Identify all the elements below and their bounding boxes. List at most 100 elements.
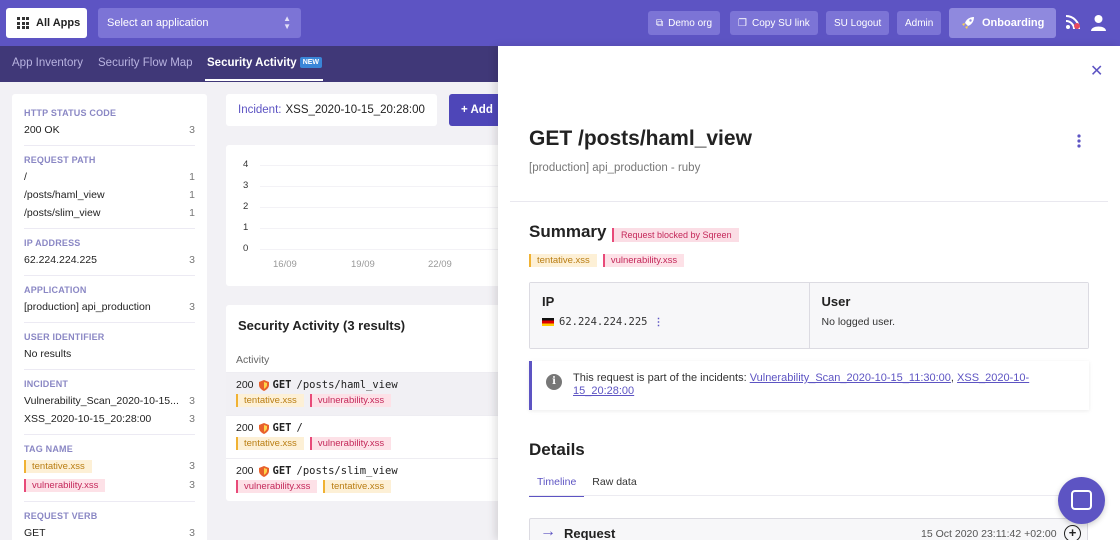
filter-label: /posts/haml_view <box>24 189 105 201</box>
filter-empty: No results <box>24 348 195 360</box>
tag-tentative-xss: tentative.xss <box>323 480 392 493</box>
incident-link[interactable]: Vulnerability_Scan_2020-10-15_11:30:00 <box>750 372 951 384</box>
filter-count: 3 <box>189 413 195 425</box>
sub-navigation: App Inventory Security Flow Map Security… <box>0 46 498 82</box>
filter-item[interactable]: 62.224.224.225 3 <box>24 254 195 266</box>
rss-icon[interactable] <box>1065 14 1081 30</box>
tab-app-inventory[interactable]: App Inventory <box>12 57 83 69</box>
grid-icon <box>17 17 29 29</box>
ip-cell: IP 62.224.224.225 ⋮ <box>530 283 809 348</box>
filter-item[interactable]: /posts/slim_view 1 <box>24 207 195 219</box>
blocked-badge: Request blocked by Sqreen <box>612 228 739 242</box>
y-tick-label: 1 <box>243 222 249 233</box>
filter-heading-http-status: HTTP STATUS CODE <box>24 108 117 118</box>
application-select-label: Select an application <box>107 17 209 29</box>
ip-value[interactable]: 62.224.224.225 <box>559 316 648 328</box>
filter-label: 200 OK <box>24 124 60 136</box>
filter-item[interactable]: tentative.xss 3 <box>24 460 195 473</box>
filter-count: 3 <box>189 460 195 472</box>
tag-tentative-xss: tentative.xss <box>24 460 92 473</box>
y-tick-label: 4 <box>243 159 249 170</box>
filter-label: [production] api_production <box>24 301 151 313</box>
tag-vulnerability-xss: vulnerability.xss <box>309 394 392 407</box>
incidents-notice: i This request is part of the incidents:… <box>529 361 1089 410</box>
shield-icon <box>258 379 269 391</box>
x-tick-label: 16/09 <box>273 259 297 270</box>
external-link-icon: ⧉ <box>656 17 664 29</box>
filter-label: / <box>24 171 27 183</box>
y-tick-label: 3 <box>243 180 249 191</box>
gridline <box>260 249 506 250</box>
divider <box>24 322 195 323</box>
shield-icon <box>258 465 269 477</box>
filter-item[interactable]: vulnerability.xss 3 <box>24 479 195 492</box>
activity-column-header: Activity <box>236 354 270 366</box>
add-filter-label: + Add <box>461 104 493 116</box>
filter-item[interactable]: XSS_2020-10-15_20:28:00 3 <box>24 413 195 425</box>
filter-label: 62.224.224.225 <box>24 254 97 266</box>
activity-row[interactable]: 200 GET / tentative.xss vulnerability.xss <box>226 415 506 458</box>
onboarding-button[interactable]: Onboarding <box>949 8 1057 38</box>
more-options-icon[interactable] <box>1077 134 1081 148</box>
filter-heading-incident: INCIDENT <box>24 379 69 389</box>
filter-empty-label: No results <box>24 348 72 360</box>
all-apps-label: All Apps <box>36 17 81 29</box>
divider <box>24 369 195 370</box>
ip-user-table: IP 62.224.224.225 ⋮ User No logged user. <box>529 282 1089 349</box>
ip-more-icon[interactable]: ⋮ <box>654 317 664 328</box>
status-code: 200 <box>236 422 254 434</box>
divider <box>529 495 1089 496</box>
activity-row[interactable]: 200 GET /posts/slim_view vulnerability.x… <box>226 458 506 501</box>
tag-vulnerability-xss: vulnerability.xss <box>309 437 392 450</box>
user-icon[interactable] <box>1090 14 1107 31</box>
filter-count: 1 <box>189 171 195 183</box>
activity-list-card: Security Activity (3 results) Activity 2… <box>226 305 506 501</box>
filter-count: 3 <box>189 479 195 491</box>
filter-item[interactable]: GET 3 <box>24 527 195 539</box>
new-badge: NEW <box>299 57 323 68</box>
filter-item[interactable]: /1 <box>24 171 195 183</box>
copy-su-label: Copy SU link <box>751 17 810 29</box>
application-select[interactable]: Select an application ▲ ▼ <box>98 8 301 38</box>
filter-count: 3 <box>189 124 195 136</box>
incident-filter-label: Incident: <box>238 104 282 116</box>
y-tick-label: 2 <box>243 201 249 212</box>
ip-heading: IP <box>542 294 555 309</box>
chat-button[interactable] <box>1058 477 1105 524</box>
su-logout-button[interactable]: SU Logout <box>826 11 890 35</box>
tab-timeline[interactable]: Timeline <box>529 473 585 497</box>
onboarding-label: Onboarding <box>982 17 1045 29</box>
tab-security-activity[interactable]: Security Activity NEW <box>207 57 323 69</box>
copy-su-link-button[interactable]: ❐ Copy SU link <box>730 11 818 35</box>
divider <box>510 201 1108 202</box>
request-title: GET /posts/haml_view <box>529 127 752 150</box>
filter-count: 1 <box>189 207 195 219</box>
filter-item[interactable]: 200 OK 3 <box>24 124 195 136</box>
divider <box>24 501 195 502</box>
incident-filter-chip[interactable]: Incident: XSS_2020-10-15_20:28:00 <box>226 94 437 126</box>
chat-icon <box>1071 490 1092 510</box>
admin-button[interactable]: Admin <box>897 11 942 35</box>
tab-security-flow-map[interactable]: Security Flow Map <box>98 57 193 69</box>
request-subtitle: [production] api_production - ruby <box>529 162 701 174</box>
timeline-request-row[interactable]: → Request 15 Oct 2020 23:11:42 +02:00 + <box>529 518 1088 540</box>
y-tick-label: 0 <box>243 243 249 254</box>
all-apps-button[interactable]: All Apps <box>6 8 87 38</box>
filter-heading-request-path: REQUEST PATH <box>24 155 96 165</box>
activity-row[interactable]: 200 GET /posts/haml_view tentative.xss vu… <box>226 372 506 415</box>
expand-plus-icon[interactable]: + <box>1064 525 1081 540</box>
close-icon[interactable]: ✕ <box>1090 61 1103 81</box>
request-tags: tentative.xss vulnerability.xss <box>529 254 690 267</box>
tab-raw-data[interactable]: Raw data <box>584 473 644 497</box>
filter-item[interactable]: [production] api_production 3 <box>24 301 195 313</box>
filter-item[interactable]: Vulnerability_Scan_2020-10-15... 3 <box>24 395 195 407</box>
filter-item[interactable]: /posts/haml_view 1 <box>24 189 195 201</box>
status-code: 200 <box>236 465 254 477</box>
request-detail-panel: ✕ GET /posts/haml_view [production] api_… <box>498 46 1120 540</box>
tag-tentative-xss: tentative.xss <box>236 437 304 450</box>
request-path: /posts/slim_view <box>296 465 398 477</box>
su-logout-label: SU Logout <box>834 17 882 29</box>
tab-security-activity-label: Security Activity <box>207 57 297 69</box>
user-heading: User <box>821 294 851 309</box>
demo-org-button[interactable]: ⧉ Demo org <box>648 11 721 35</box>
